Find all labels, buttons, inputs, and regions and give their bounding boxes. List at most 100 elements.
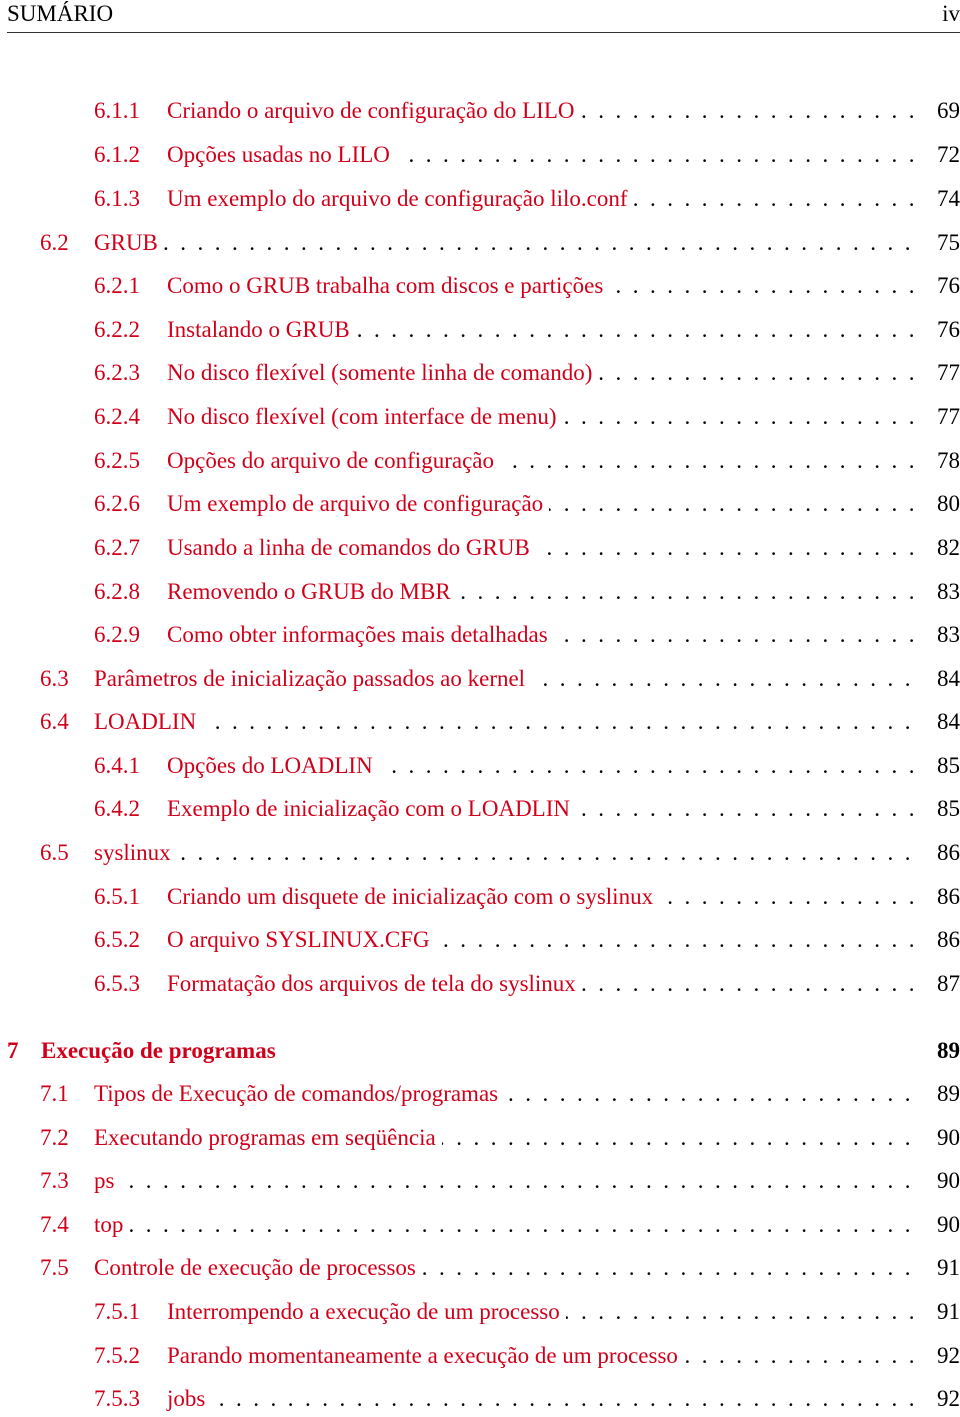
toc-subsection-entry[interactable]: 6.2.2 Instalando o GRUB. . . . . . . . . …: [0, 315, 960, 345]
toc-entry-number[interactable]: 7.5.1: [94, 1297, 140, 1327]
toc-subsection-entry[interactable]: 6.4.1 Opções do LOADLIN. . . . . . . . . …: [0, 751, 960, 781]
toc-entry-page-number[interactable]: 76: [920, 315, 960, 345]
toc-entry-number[interactable]: 6.1.2: [94, 140, 140, 170]
toc-subsection-entry[interactable]: 6.1.3 Um exemplo do arquivo de configuraç…: [0, 184, 960, 214]
toc-entry-page-number[interactable]: 90: [920, 1166, 960, 1196]
toc-entry-title[interactable]: GRUB: [94, 228, 164, 258]
toc-entry-title[interactable]: Tipos de Execução de comandos/programas: [94, 1079, 505, 1109]
toc-entry-title[interactable]: ps: [94, 1166, 121, 1196]
toc-entry-title[interactable]: Opções usadas no LILO: [167, 140, 396, 170]
toc-entry-title[interactable]: Um exemplo do arquivo de configuração li…: [167, 184, 634, 214]
toc-entry-number[interactable]: 7.5: [40, 1253, 69, 1283]
toc-entry-page-number[interactable]: 90: [920, 1123, 960, 1153]
toc-entry-number[interactable]: 6.4: [40, 707, 69, 737]
toc-entry-number[interactable]: 6.2: [40, 228, 69, 258]
toc-entry-number[interactable]: 7: [7, 1036, 19, 1066]
toc-entry-number[interactable]: 6.2.5: [94, 446, 140, 476]
toc-section-entry[interactable]: 7.2 Executando programas em seqüência. . …: [0, 1123, 960, 1153]
toc-chapter-entry[interactable]: 7 Execução de programas 89: [0, 1036, 960, 1066]
toc-entry-page-number[interactable]: 82: [920, 533, 960, 563]
toc-entry-number[interactable]: 6.5.3: [94, 969, 140, 999]
toc-subsection-entry[interactable]: 7.5.1 Interrompendo a execução de um proc…: [0, 1297, 960, 1327]
toc-subsection-entry[interactable]: 6.2.8 Removendo o GRUB do MBR. . . . . . …: [0, 577, 960, 607]
toc-entry-number[interactable]: 7.4: [40, 1210, 69, 1240]
toc-entry-page-number[interactable]: 92: [920, 1341, 960, 1371]
toc-entry-number[interactable]: 6.2.3: [94, 358, 140, 388]
toc-entry-page-number[interactable]: 91: [920, 1253, 960, 1283]
toc-section-entry[interactable]: 7.1 Tipos de Execução de comandos/program…: [0, 1079, 960, 1109]
toc-subsection-entry[interactable]: 6.2.3 No disco flexível (somente linha de…: [0, 358, 960, 388]
toc-entry-page-number[interactable]: 83: [920, 620, 960, 650]
toc-section-entry[interactable]: 7.4 top. . . . . . . . . . . . . . . . . …: [0, 1210, 960, 1240]
toc-entry-number[interactable]: 6.4.2: [94, 794, 140, 824]
toc-section-entry[interactable]: 6.2 GRUB. . . . . . . . . . . . . . . . .…: [0, 228, 960, 258]
toc-entry-page-number[interactable]: 75: [920, 228, 960, 258]
toc-entry-title[interactable]: top: [94, 1210, 130, 1240]
toc-entry-title[interactable]: Removendo o GRUB do MBR: [167, 577, 457, 607]
toc-entry-page-number[interactable]: 74: [920, 184, 960, 214]
toc-entry-page-number[interactable]: 89: [920, 1036, 960, 1066]
toc-entry-page-number[interactable]: 87: [920, 969, 960, 999]
toc-entry-title[interactable]: Execução de programas: [41, 1036, 282, 1066]
toc-section-entry[interactable]: 7.5 Controle de execução de processos. . …: [0, 1253, 960, 1283]
toc-entry-page-number[interactable]: 83: [920, 577, 960, 607]
toc-entry-title[interactable]: No disco flexível (somente linha de coma…: [167, 358, 599, 388]
toc-entry-number[interactable]: 7.5.2: [94, 1341, 140, 1371]
toc-entry-page-number[interactable]: 89: [920, 1079, 960, 1109]
toc-entry-page-number[interactable]: 86: [920, 925, 960, 955]
toc-entry-page-number[interactable]: 90: [920, 1210, 960, 1240]
toc-entry-title[interactable]: LOADLIN: [94, 707, 203, 737]
toc-subsection-entry[interactable]: 6.5.2 O arquivo SYSLINUX.CFG. . . . . . .…: [0, 925, 960, 955]
toc-section-entry[interactable]: 6.5 syslinux. . . . . . . . . . . . . . .…: [0, 838, 960, 868]
toc-entry-page-number[interactable]: 72: [920, 140, 960, 170]
toc-entry-number[interactable]: 6.2.6: [94, 489, 140, 519]
toc-entry-page-number[interactable]: 76: [920, 271, 960, 301]
toc-entry-title[interactable]: Criando o arquivo de configuração do LIL…: [167, 96, 581, 126]
toc-entry-title[interactable]: jobs: [167, 1384, 212, 1414]
toc-entry-title[interactable]: Parando momentaneamente a execução de um…: [167, 1341, 684, 1371]
toc-entry-title[interactable]: Executando programas em seqüência: [94, 1123, 442, 1153]
toc-entry-number[interactable]: 6.5.1: [94, 882, 140, 912]
toc-entry-title[interactable]: Criando um disquete de inicialização com…: [167, 882, 660, 912]
toc-entry-title[interactable]: Como o GRUB trabalha com discos e partiç…: [167, 271, 610, 301]
toc-entry-number[interactable]: 6.5: [40, 838, 69, 868]
toc-entry-title[interactable]: Formatação dos arquivos de tela do sysli…: [167, 969, 582, 999]
toc-entry-title[interactable]: O arquivo SYSLINUX.CFG: [167, 925, 436, 955]
toc-entry-number[interactable]: 6.2.1: [94, 271, 140, 301]
toc-subsection-entry[interactable]: 6.2.6 Um exemplo de arquivo de configuraç…: [0, 489, 960, 519]
toc-subsection-entry[interactable]: 6.2.7 Usando a linha de comandos do GRUB.…: [0, 533, 960, 563]
toc-entry-page-number[interactable]: 91: [920, 1297, 960, 1327]
toc-entry-page-number[interactable]: 86: [920, 838, 960, 868]
toc-entry-page-number[interactable]: 85: [920, 794, 960, 824]
toc-entry-page-number[interactable]: 78: [920, 446, 960, 476]
toc-entry-page-number[interactable]: 92: [920, 1384, 960, 1414]
toc-entry-number[interactable]: 7.5.3: [94, 1384, 140, 1414]
toc-entry-page-number[interactable]: 84: [920, 707, 960, 737]
toc-entry-number[interactable]: 6.2.7: [94, 533, 140, 563]
toc-subsection-entry[interactable]: 6.1.1 Criando o arquivo de configuração d…: [0, 96, 960, 126]
toc-entry-number[interactable]: 7.3: [40, 1166, 69, 1196]
toc-subsection-entry[interactable]: 6.5.1 Criando um disquete de inicializaçã…: [0, 882, 960, 912]
toc-entry-page-number[interactable]: 77: [920, 402, 960, 432]
toc-subsection-entry[interactable]: 6.2.1 Como o GRUB trabalha com discos e p…: [0, 271, 960, 301]
toc-entry-number[interactable]: 6.2.9: [94, 620, 140, 650]
toc-entry-title[interactable]: Parâmetros de inicialização passados ao …: [94, 664, 532, 694]
toc-subsection-entry[interactable]: 6.2.4 No disco flexível (com interface de…: [0, 402, 960, 432]
toc-subsection-entry[interactable]: 6.2.5 Opções do arquivo de configuração. …: [0, 446, 960, 476]
toc-entry-title[interactable]: Exemplo de inicialização com o LOADLIN: [167, 794, 576, 824]
toc-entry-title[interactable]: Opções do arquivo de configuração: [167, 446, 500, 476]
toc-subsection-entry[interactable]: 6.1.2 Opções usadas no LILO. . . . . . . …: [0, 140, 960, 170]
toc-entry-title[interactable]: Controle de execução de processos: [94, 1253, 422, 1283]
toc-entry-title[interactable]: Opções do LOADLIN: [167, 751, 379, 781]
toc-entry-page-number[interactable]: 69: [920, 96, 960, 126]
toc-entry-number[interactable]: 6.5.2: [94, 925, 140, 955]
toc-subsection-entry[interactable]: 6.2.9 Como obter informações mais detalha…: [0, 620, 960, 650]
toc-entry-number[interactable]: 7.1: [40, 1079, 69, 1109]
toc-entry-title[interactable]: Instalando o GRUB: [167, 315, 356, 345]
toc-entry-number[interactable]: 6.4.1: [94, 751, 140, 781]
toc-subsection-entry[interactable]: 7.5.2 Parando momentaneamente a execução …: [0, 1341, 960, 1371]
toc-entry-title[interactable]: Como obter informações mais detalhadas: [167, 620, 554, 650]
toc-entry-page-number[interactable]: 86: [920, 882, 960, 912]
toc-entry-page-number[interactable]: 85: [920, 751, 960, 781]
toc-subsection-entry[interactable]: 7.5.3 jobs. . . . . . . . . . . . . . . .…: [0, 1384, 960, 1414]
